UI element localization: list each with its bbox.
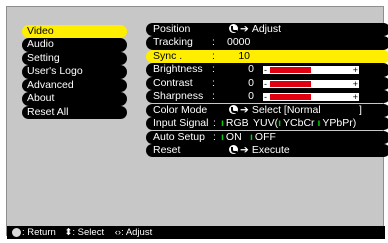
- contrast-row[interactable]: Contrast : 0 - +: [146, 76, 388, 90]
- position-action-label: Adjust: [251, 23, 281, 35]
- contrast-value: 0: [248, 76, 254, 89]
- yuv-prefix: YUV(: [253, 117, 279, 130]
- brightness-slider[interactable]: - +: [263, 65, 359, 76]
- reset-action-label: Execute: [251, 143, 290, 156]
- contrast-label: Contrast: [153, 76, 193, 89]
- plus-icon: +: [352, 65, 358, 76]
- sharpness-value: 0: [248, 90, 254, 103]
- off-label: OFF: [254, 130, 276, 143]
- position-action: ➔ Adjust: [229, 23, 281, 36]
- menu-item-about[interactable]: About: [22, 92, 127, 106]
- radio-indicator-icon: ı: [221, 117, 224, 130]
- sharpness-slider[interactable]: - +: [263, 92, 359, 103]
- arrow-right-icon: ➔: [240, 143, 249, 156]
- contrast-slider-fill: [270, 80, 311, 87]
- esc-button-icon: [12, 228, 21, 237]
- enter-knob-icon: [229, 104, 238, 114]
- sharpness-label: Sharpness: [153, 90, 204, 103]
- tracking-value: 0000: [227, 36, 251, 49]
- plus-icon: +: [352, 78, 358, 89]
- radio-indicator-icon: ı: [250, 130, 253, 143]
- minus-icon: -: [264, 65, 267, 76]
- brightness-label: Brightness: [153, 63, 203, 76]
- menu-item-label: Setting: [27, 51, 60, 64]
- brightness-slider-fill: [270, 67, 311, 74]
- input-signal-row[interactable]: Input Signal : ı RGB YUV(ı YCbCr ı YPbPr): [146, 117, 388, 131]
- sharpness-slider-fill: [270, 94, 311, 101]
- contrast-slider[interactable]: - +: [263, 78, 359, 89]
- color-mode-close-bracket: ]: [359, 103, 362, 116]
- color-mode-row[interactable]: Color Mode ➔ Select [Normal ]: [146, 103, 388, 117]
- contrast-colon: :: [212, 76, 215, 89]
- input-signal-colon: :: [213, 117, 216, 130]
- position-row[interactable]: Position ➔ Adjust: [146, 23, 388, 37]
- color-mode-action-label: Select: [251, 103, 281, 116]
- enter-knob-icon: [229, 144, 238, 154]
- auto-setup-option-on[interactable]: ı ON: [221, 131, 242, 144]
- radio-indicator-icon: ı: [278, 117, 282, 130]
- tracking-colon: :: [212, 36, 215, 49]
- input-signal-option-yuv[interactable]: YUV(ı YCbCr ı YPbPr): [253, 117, 356, 130]
- menu-item-advanced[interactable]: Advanced: [22, 78, 127, 93]
- arrow-right-icon: ➔: [240, 103, 249, 116]
- main-menu: Video Audio Setting User's Logo Advanced…: [22, 25, 127, 120]
- minus-icon: -: [264, 92, 267, 103]
- ypbpr-label: YPbPr): [322, 117, 357, 130]
- menu-item-setting[interactable]: Setting: [22, 51, 127, 66]
- auto-setup-label: Auto Setup: [153, 130, 205, 143]
- video-settings-panel: Position ➔ Adjust Tracking : 0000 Sync . …: [146, 23, 388, 158]
- tracking-row[interactable]: Tracking : 0000: [146, 36, 388, 50]
- menu-screen: Video Audio Setting User's Logo Advanced…: [6, 6, 388, 239]
- radio-indicator-icon: ı: [317, 117, 321, 130]
- color-mode-action: ➔ Select [Normal: [229, 104, 321, 117]
- ycbcr-label: YCbCr: [283, 117, 315, 130]
- footer-return-label: : Return: [22, 227, 56, 238]
- projector-menu-frame: Video Audio Setting User's Logo Advanced…: [0, 0, 388, 243]
- footer-adjust-label: : Adjust: [121, 227, 153, 238]
- menu-item-label: User's Logo: [27, 65, 83, 78]
- reset-label: Reset: [153, 143, 181, 156]
- arrow-right-icon: ➔: [240, 23, 249, 35]
- rgb-label: RGB: [225, 117, 249, 130]
- auto-setup-row[interactable]: Auto Setup : ı ON ı OFF: [146, 130, 388, 144]
- reset-action: ➔ Execute: [229, 144, 290, 157]
- menu-item-audio[interactable]: Audio: [22, 38, 127, 52]
- radio-indicator-icon: ı: [221, 130, 224, 143]
- sync-colon: :: [212, 49, 215, 62]
- input-signal-option-rgb[interactable]: ı RGB: [221, 117, 249, 130]
- menu-item-label: Audio: [27, 38, 54, 51]
- sync-value: 10: [238, 49, 250, 62]
- sync-row[interactable]: Sync . : 10: [146, 49, 388, 64]
- menu-item-label: Advanced: [27, 78, 74, 91]
- menu-item-video[interactable]: Video: [22, 25, 127, 39]
- reset-row[interactable]: Reset ➔ Execute: [146, 143, 388, 158]
- auto-setup-colon: :: [213, 130, 216, 143]
- menu-item-label: Video: [27, 25, 54, 37]
- sync-label: Sync .: [153, 49, 183, 62]
- sharpness-row[interactable]: Sharpness : 0 - +: [146, 90, 388, 104]
- menu-item-reset-all[interactable]: Reset All: [22, 105, 127, 120]
- help-footer: : Return ⬍: Select ‹›: Adjust: [7, 226, 385, 239]
- enter-knob-icon: [229, 24, 238, 33]
- minus-icon: -: [264, 78, 267, 89]
- color-mode-value: [Normal: [283, 103, 321, 116]
- brightness-row[interactable]: Brightness : 0 - +: [146, 63, 388, 77]
- input-signal-label: Input Signal: [153, 117, 209, 130]
- auto-setup-option-off[interactable]: ı OFF: [250, 131, 276, 144]
- tracking-label: Tracking: [153, 36, 193, 49]
- position-label: Position: [153, 23, 191, 35]
- menu-item-label: About: [27, 92, 55, 105]
- color-mode-label: Color Mode: [153, 103, 208, 116]
- brightness-value: 0: [248, 63, 254, 76]
- plus-icon: +: [352, 92, 358, 103]
- menu-item-users-logo[interactable]: User's Logo: [22, 65, 127, 79]
- menu-item-label: Reset All: [27, 105, 69, 118]
- sharpness-colon: :: [212, 90, 215, 103]
- brightness-colon: :: [212, 63, 215, 76]
- on-label: ON: [225, 130, 242, 143]
- footer-select-label: : Select: [72, 227, 105, 238]
